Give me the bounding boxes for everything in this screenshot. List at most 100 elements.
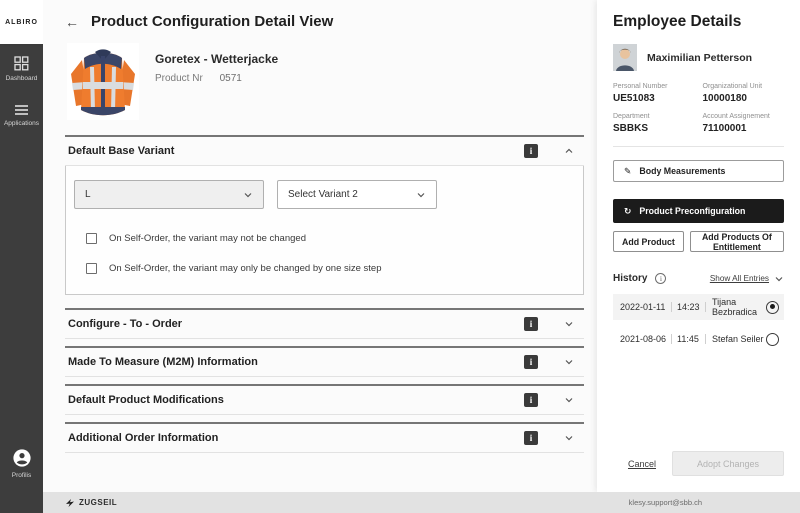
chevron-down-icon[interactable] (564, 395, 574, 405)
add-product-button[interactable]: Add Product (613, 231, 684, 252)
chevron-down-icon[interactable] (774, 274, 784, 284)
zugseil-logo-icon (65, 498, 75, 508)
history-time: 11:45 (672, 334, 706, 344)
pencil-icon: ✎ (624, 166, 631, 177)
info-icon[interactable]: i (524, 144, 538, 158)
default-base-variant-body: L Select Variant 2 On Self-Order, the va… (65, 166, 584, 295)
history-date: 2021-08-06 (620, 334, 672, 344)
section-additional-order-information: Additional Order Information i (65, 422, 584, 453)
variant2-value: Select Variant 2 (288, 189, 416, 200)
checkbox[interactable] (86, 233, 97, 244)
employee-field: Account Assignement 71100001 (703, 113, 785, 134)
content-row: ← Product Configuration Detail View (43, 0, 800, 492)
checkbox[interactable] (86, 263, 97, 274)
dashboard-grid-icon (14, 56, 29, 71)
footer: ZUGSEIL klesy.support@sbb.ch (43, 492, 800, 513)
history-time: 14:23 (672, 302, 706, 312)
app-logo[interactable]: ALBIRO (0, 0, 43, 44)
accordion-header[interactable]: Default Product Modifications i (65, 386, 584, 415)
add-buttons-row: Add Product Add Products Of Entitlement (613, 231, 784, 252)
accordion-header[interactable]: Configure - To - Order i (65, 310, 584, 339)
chevron-down-icon (243, 190, 253, 200)
info-circle-icon[interactable]: i (655, 273, 666, 284)
refresh-icon: ↻ (624, 206, 631, 217)
avatar (613, 44, 637, 71)
field-value: 71100001 (703, 123, 785, 134)
footer-brand: ZUGSEIL (65, 498, 117, 508)
footer-brand-text: ZUGSEIL (79, 498, 117, 507)
history-row[interactable]: 2021-08-06 11:45 Stefan Seiler (613, 326, 784, 352)
employee-field: Department SBBKS (613, 113, 695, 134)
sidebar-item-dashboard[interactable]: Dashboard (0, 44, 43, 92)
radio-unselected[interactable] (766, 333, 779, 346)
field-label: Account Assignement (703, 113, 785, 120)
add-products-of-entitlement-label: Add Products Of Entitlement (699, 232, 775, 252)
checkbox-label: On Self-Order, the variant may only be c… (109, 263, 382, 274)
body-measurements-label: Body Measurements (639, 166, 725, 176)
product-number-label: Product Nr (155, 73, 203, 84)
section-made-to-measure: Made To Measure (M2M) Information i (65, 346, 584, 377)
product-number: Product Nr 0571 (155, 73, 278, 84)
employee-name: Maximilian Petterson (647, 52, 752, 64)
body-measurements-button[interactable]: ✎ Body Measurements (613, 160, 784, 182)
sidebar-item-label: Applications (4, 120, 39, 127)
chevron-up-icon[interactable] (564, 146, 574, 156)
main-content: ← Product Configuration Detail View (43, 0, 597, 492)
accordion-header[interactable]: Made To Measure (M2M) Information i (65, 348, 584, 377)
checkbox-row: On Self-Order, the variant may only be c… (86, 263, 571, 274)
employee-field: Personal Number UE51083 (613, 83, 695, 104)
panel-actions: Cancel Adopt Changes (613, 451, 784, 482)
field-label: Organizational Unit (703, 83, 785, 90)
employee-details-panel: Employee Details Maximilian Petterson Pe… (597, 0, 800, 492)
product-number-value: 0571 (220, 73, 242, 84)
variant2-dropdown[interactable]: Select Variant 2 (277, 180, 437, 209)
info-icon[interactable]: i (524, 431, 538, 445)
accordion-header[interactable]: Default Base Variant i (65, 137, 584, 166)
variant1-value: L (85, 189, 243, 200)
employee-fields: Personal Number UE51083 Organizational U… (613, 83, 784, 147)
product-name: Goretex - Wetterjacke (155, 52, 278, 66)
radio-selected[interactable] (766, 301, 779, 314)
back-arrow-icon[interactable]: ← (65, 15, 79, 29)
section-title: Configure - To - Order (68, 318, 524, 330)
product-preconfiguration-label: Product Preconfiguration (639, 206, 745, 216)
sidebar-item-applications[interactable]: Applications (0, 92, 43, 137)
history-date: 2022-01-11 (620, 302, 672, 312)
chevron-down-icon[interactable] (564, 433, 574, 443)
add-products-of-entitlement-button[interactable]: Add Products Of Entitlement (690, 231, 784, 252)
chevron-down-icon[interactable] (564, 319, 574, 329)
section-title: Default Product Modifications (68, 394, 524, 406)
section-configure-to-order: Configure - To - Order i (65, 308, 584, 339)
chevron-down-icon (416, 190, 426, 200)
section-default-product-modifications: Default Product Modifications i (65, 384, 584, 415)
section-title: Default Base Variant (68, 145, 524, 157)
variant1-dropdown[interactable]: L (74, 180, 264, 209)
section-title: Made To Measure (M2M) Information (68, 356, 524, 368)
show-all-entries-link[interactable]: Show All Entries (710, 274, 769, 283)
adopt-changes-button[interactable]: Adopt Changes (672, 451, 784, 476)
employee-field: Organizational Unit 10000180 (703, 83, 785, 104)
accordion-header[interactable]: Additional Order Information i (65, 424, 584, 453)
variant-dropdown-row: L Select Variant 2 (74, 180, 571, 209)
page-title: Product Configuration Detail View (91, 13, 333, 30)
field-value: UE51083 (613, 93, 695, 104)
history-row[interactable]: 2022-01-11 14:23 Tijana Bezbradica (613, 294, 784, 320)
product-summary: Goretex - Wetterjacke Product Nr 0571 (67, 43, 584, 120)
info-icon[interactable]: i (524, 317, 538, 331)
field-label: Personal Number (613, 83, 695, 90)
chevron-down-icon[interactable] (564, 357, 574, 367)
sidebar-item-profile[interactable]: Profilis (0, 436, 43, 489)
info-icon[interactable]: i (524, 393, 538, 407)
product-info: Goretex - Wetterjacke Product Nr 0571 (155, 43, 278, 120)
section-title: Additional Order Information (68, 432, 524, 444)
sidebar-item-label: Dashboard (6, 75, 38, 82)
info-icon[interactable]: i (524, 355, 538, 369)
applications-menu-icon (14, 104, 29, 116)
product-preconfiguration-button[interactable]: ↻ Product Preconfiguration (613, 199, 784, 223)
field-label: Department (613, 113, 695, 120)
checkbox-label: On Self-Order, the variant may not be ch… (109, 233, 306, 244)
checkbox-row: On Self-Order, the variant may not be ch… (86, 233, 571, 244)
cancel-link[interactable]: Cancel (628, 459, 656, 469)
history-header: History i Show All Entries (613, 273, 784, 284)
support-email[interactable]: klesy.support@sbb.ch (629, 498, 702, 507)
